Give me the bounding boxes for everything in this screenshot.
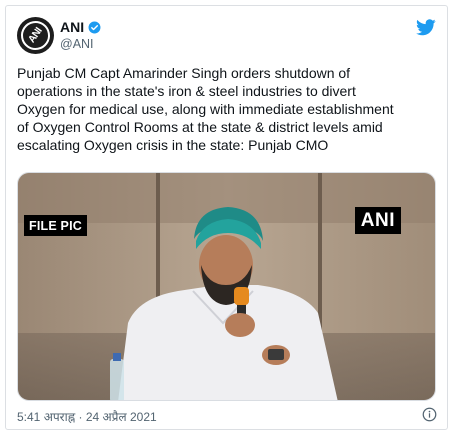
file-pic-label: FILE PIC bbox=[24, 215, 87, 236]
avatar[interactable]: ANI bbox=[17, 17, 54, 54]
tweet-timestamp[interactable]: 5:41 अपराह्न · 24 अप्रैल 2021 bbox=[17, 408, 157, 425]
tweet-footer: 5:41 अपराह्न · 24 अप्रैल 2021 bbox=[17, 407, 437, 425]
author-name[interactable]: ANI bbox=[60, 19, 84, 35]
ani-watermark: ANI bbox=[354, 207, 401, 234]
info-icon[interactable] bbox=[422, 407, 437, 422]
avatar-logo-text: ANI bbox=[17, 17, 54, 54]
tweet-text: Punjab CM Capt Amarinder Singh orders sh… bbox=[17, 65, 394, 153]
verified-badge-icon bbox=[88, 21, 101, 33]
tweet-media-photo[interactable]: FILE PIC ANI bbox=[17, 172, 436, 401]
author-name-row[interactable]: ANI bbox=[60, 19, 101, 35]
author-handle[interactable]: @ANI bbox=[60, 37, 94, 51]
twitter-bird-icon[interactable] bbox=[416, 19, 436, 36]
tweet-card[interactable]: ANI ANI @ANI Punjab CM Capt Amarinder Si… bbox=[5, 5, 448, 430]
